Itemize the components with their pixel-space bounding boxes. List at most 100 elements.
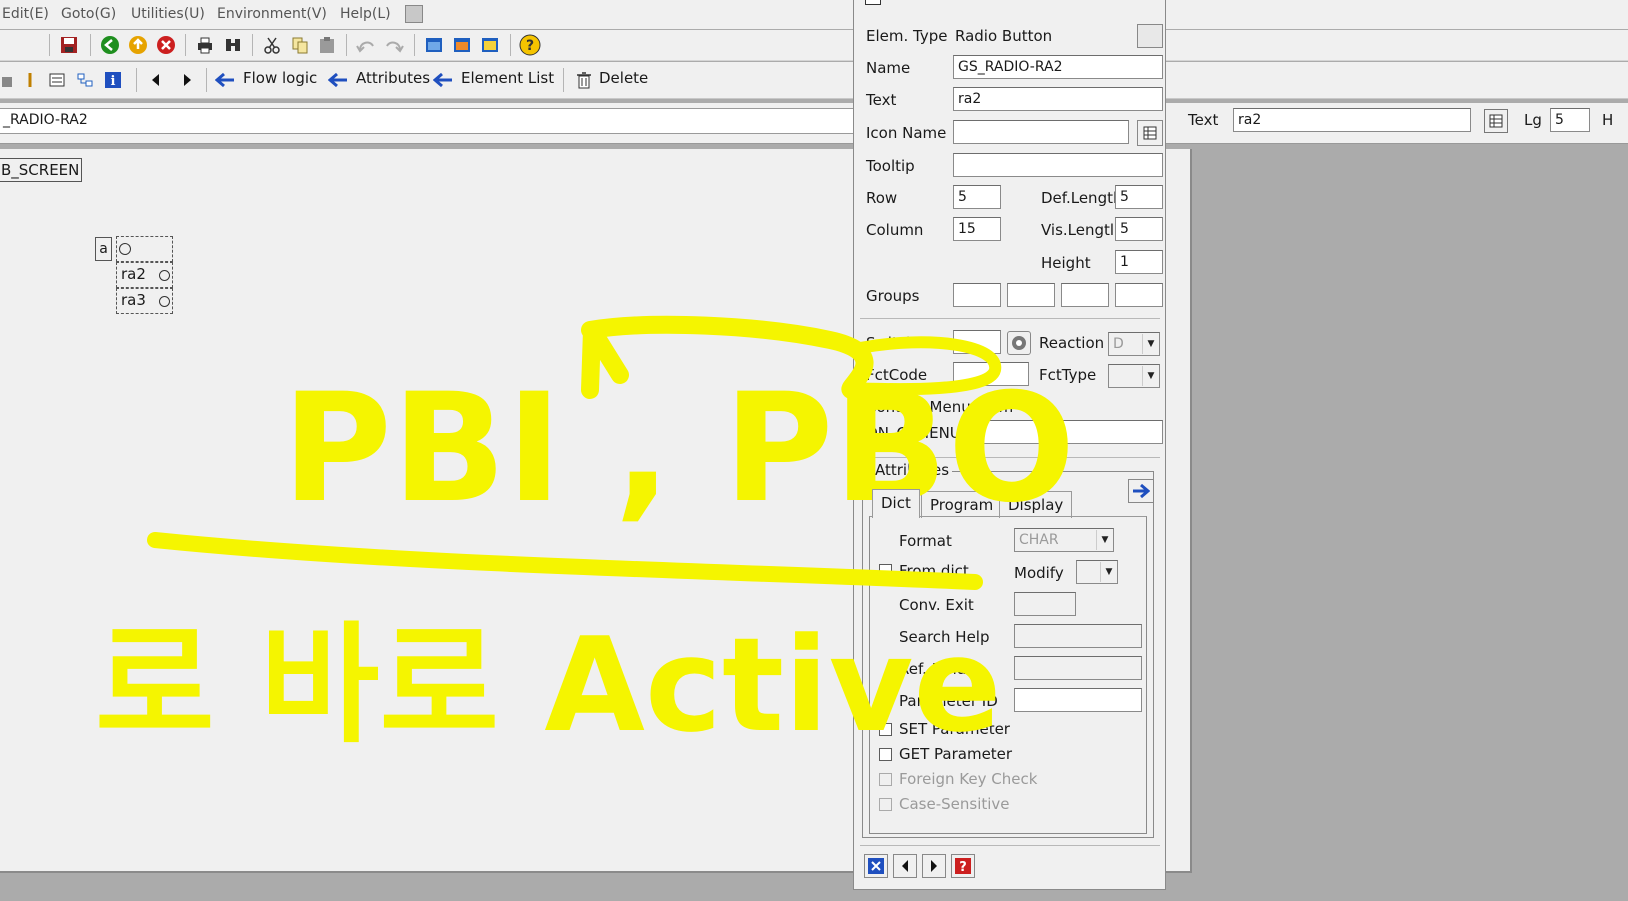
cancel-icon[interactable] xyxy=(155,34,177,56)
info-icon[interactable]: i xyxy=(102,69,124,91)
layout-menu-icon[interactable] xyxy=(405,5,423,23)
toolbar-separator xyxy=(206,68,207,92)
switch-button[interactable] xyxy=(1007,331,1031,355)
element-text-field[interactable]: ra2 xyxy=(1233,108,1471,132)
help-icon: ? xyxy=(955,858,971,875)
menu-help[interactable]: Help(L) xyxy=(340,6,391,22)
find-icon[interactable] xyxy=(222,34,244,56)
next-element-button[interactable] xyxy=(922,854,946,878)
format-dropdown[interactable]: CHAR ▼ xyxy=(1014,528,1114,552)
where-used-icon[interactable] xyxy=(74,69,96,91)
undo-icon[interactable] xyxy=(355,34,377,56)
window-icon xyxy=(865,0,881,5)
reaction-dropdown[interactable]: D ▼ xyxy=(1108,332,1160,356)
back-icon[interactable] xyxy=(99,34,121,56)
name-field[interactable]: GS_RADIO-RA2 xyxy=(953,55,1163,79)
elem-type-value: Radio Button xyxy=(955,27,1053,45)
activate-icon[interactable] xyxy=(19,69,41,91)
flow-logic-button[interactable]: Flow logic xyxy=(243,69,317,87)
context-menu-field[interactable] xyxy=(977,420,1163,444)
fctcode-label: FctCode xyxy=(866,366,928,384)
switch-field[interactable] xyxy=(953,330,1001,354)
case-sensitive-checkbox[interactable] xyxy=(879,798,892,811)
attributes-button[interactable]: Attributes xyxy=(356,69,430,87)
new-window-icon[interactable] xyxy=(423,34,445,56)
attributes-panel: Elem. Type Radio Button Name GS_RADIO-RA… xyxy=(853,0,1166,890)
layout-icon[interactable] xyxy=(479,34,501,56)
svg-text:?: ? xyxy=(526,38,534,54)
group-field-3[interactable] xyxy=(1061,283,1109,307)
generate-shortcut-icon[interactable] xyxy=(451,34,473,56)
save-icon[interactable] xyxy=(58,34,80,56)
help-button[interactable]: ? xyxy=(951,854,975,878)
close-button[interactable] xyxy=(864,854,888,878)
text-field[interactable]: ra2 xyxy=(953,87,1163,111)
modify-dropdown[interactable]: ▼ xyxy=(1076,560,1118,584)
check-icon[interactable] xyxy=(0,69,18,91)
application-toolbar: i Flow logic Attributes Element List Del… xyxy=(0,62,1628,99)
tab-display[interactable]: Display xyxy=(999,491,1073,518)
menu-goto[interactable]: Goto(G) xyxy=(61,6,116,22)
group-field-1[interactable] xyxy=(953,283,1001,307)
fcttype-dropdown[interactable]: ▼ xyxy=(1108,364,1160,388)
toolbar-separator xyxy=(136,68,137,92)
icon-list-button[interactable] xyxy=(1137,120,1163,146)
chevron-down-icon: ▼ xyxy=(1100,562,1117,582)
element-list-button[interactable]: Element List xyxy=(461,69,554,87)
toolbar-separator xyxy=(90,34,91,56)
previous-icon[interactable] xyxy=(145,69,167,91)
tab-dict[interactable]: Dict xyxy=(872,489,920,518)
icon-name-field[interactable] xyxy=(953,120,1129,144)
redo-icon[interactable] xyxy=(383,34,405,56)
foreign-key-check-checkbox[interactable] xyxy=(879,773,892,786)
column-field[interactable]: 15 xyxy=(953,217,1001,241)
search-help-field[interactable] xyxy=(1014,624,1142,648)
row-field[interactable]: 5 xyxy=(953,185,1001,209)
help-icon[interactable]: ? xyxy=(519,34,541,56)
reaction-value: D xyxy=(1113,336,1124,352)
radio-button-ra3[interactable]: ra3 xyxy=(116,288,173,314)
radio-group-label[interactable]: a xyxy=(95,237,112,261)
context-menu-label: Context Menu Form xyxy=(866,398,1014,416)
cut-icon[interactable] xyxy=(261,34,283,56)
paste-icon[interactable] xyxy=(316,34,338,56)
group-field-2[interactable] xyxy=(1007,283,1055,307)
height-field[interactable]: 1 xyxy=(1115,250,1163,274)
group-field-4[interactable] xyxy=(1115,283,1163,307)
menu-environment[interactable]: Environment(V) xyxy=(217,6,327,22)
test-icon[interactable] xyxy=(46,69,68,91)
conv-exit-field[interactable] xyxy=(1014,592,1076,616)
next-icon[interactable] xyxy=(176,69,198,91)
copy-icon[interactable] xyxy=(289,34,311,56)
tooltip-field[interactable] xyxy=(953,153,1163,177)
radio-label: ra2 xyxy=(121,265,146,283)
set-parameter-checkbox[interactable] xyxy=(879,723,892,736)
ref-field-label: Ref. Field xyxy=(899,660,967,678)
icon-picker-button[interactable] xyxy=(1484,109,1508,133)
element-name-field[interactable]: _RADIO-RA2 xyxy=(0,108,858,134)
from-dict-checkbox[interactable] xyxy=(879,564,892,577)
previous-element-button[interactable] xyxy=(893,854,917,878)
expand-icon[interactable] xyxy=(1137,24,1163,48)
groups-label: Groups xyxy=(866,287,920,305)
screen-frame-label[interactable]: B_SCREEN xyxy=(0,158,82,182)
fctcode-field[interactable] xyxy=(953,362,1029,386)
delete-button[interactable]: Delete xyxy=(599,69,648,87)
length-field[interactable]: 5 xyxy=(1550,108,1590,132)
print-icon[interactable] xyxy=(194,34,216,56)
vis-length-field[interactable]: 5 xyxy=(1115,217,1163,241)
get-parameter-checkbox[interactable] xyxy=(879,748,892,761)
parameter-id-field[interactable] xyxy=(1014,688,1142,712)
close-icon xyxy=(868,858,884,874)
tab-program[interactable]: Program xyxy=(921,491,1003,518)
radio-button-ra2[interactable]: ra2 xyxy=(116,262,173,288)
radio-button-selected[interactable] xyxy=(116,236,173,262)
menu-edit[interactable]: Edit(E) xyxy=(2,6,49,22)
def-length-field[interactable]: 5 xyxy=(1115,185,1163,209)
toolbar-separator xyxy=(346,34,347,56)
exit-icon[interactable] xyxy=(127,34,149,56)
ref-field-field[interactable] xyxy=(1014,656,1142,680)
set-parameter-label: SET Parameter xyxy=(899,720,1010,738)
menu-utilities[interactable]: Utilities(U) xyxy=(131,6,205,22)
attributes-nav-button[interactable] xyxy=(1128,479,1154,503)
